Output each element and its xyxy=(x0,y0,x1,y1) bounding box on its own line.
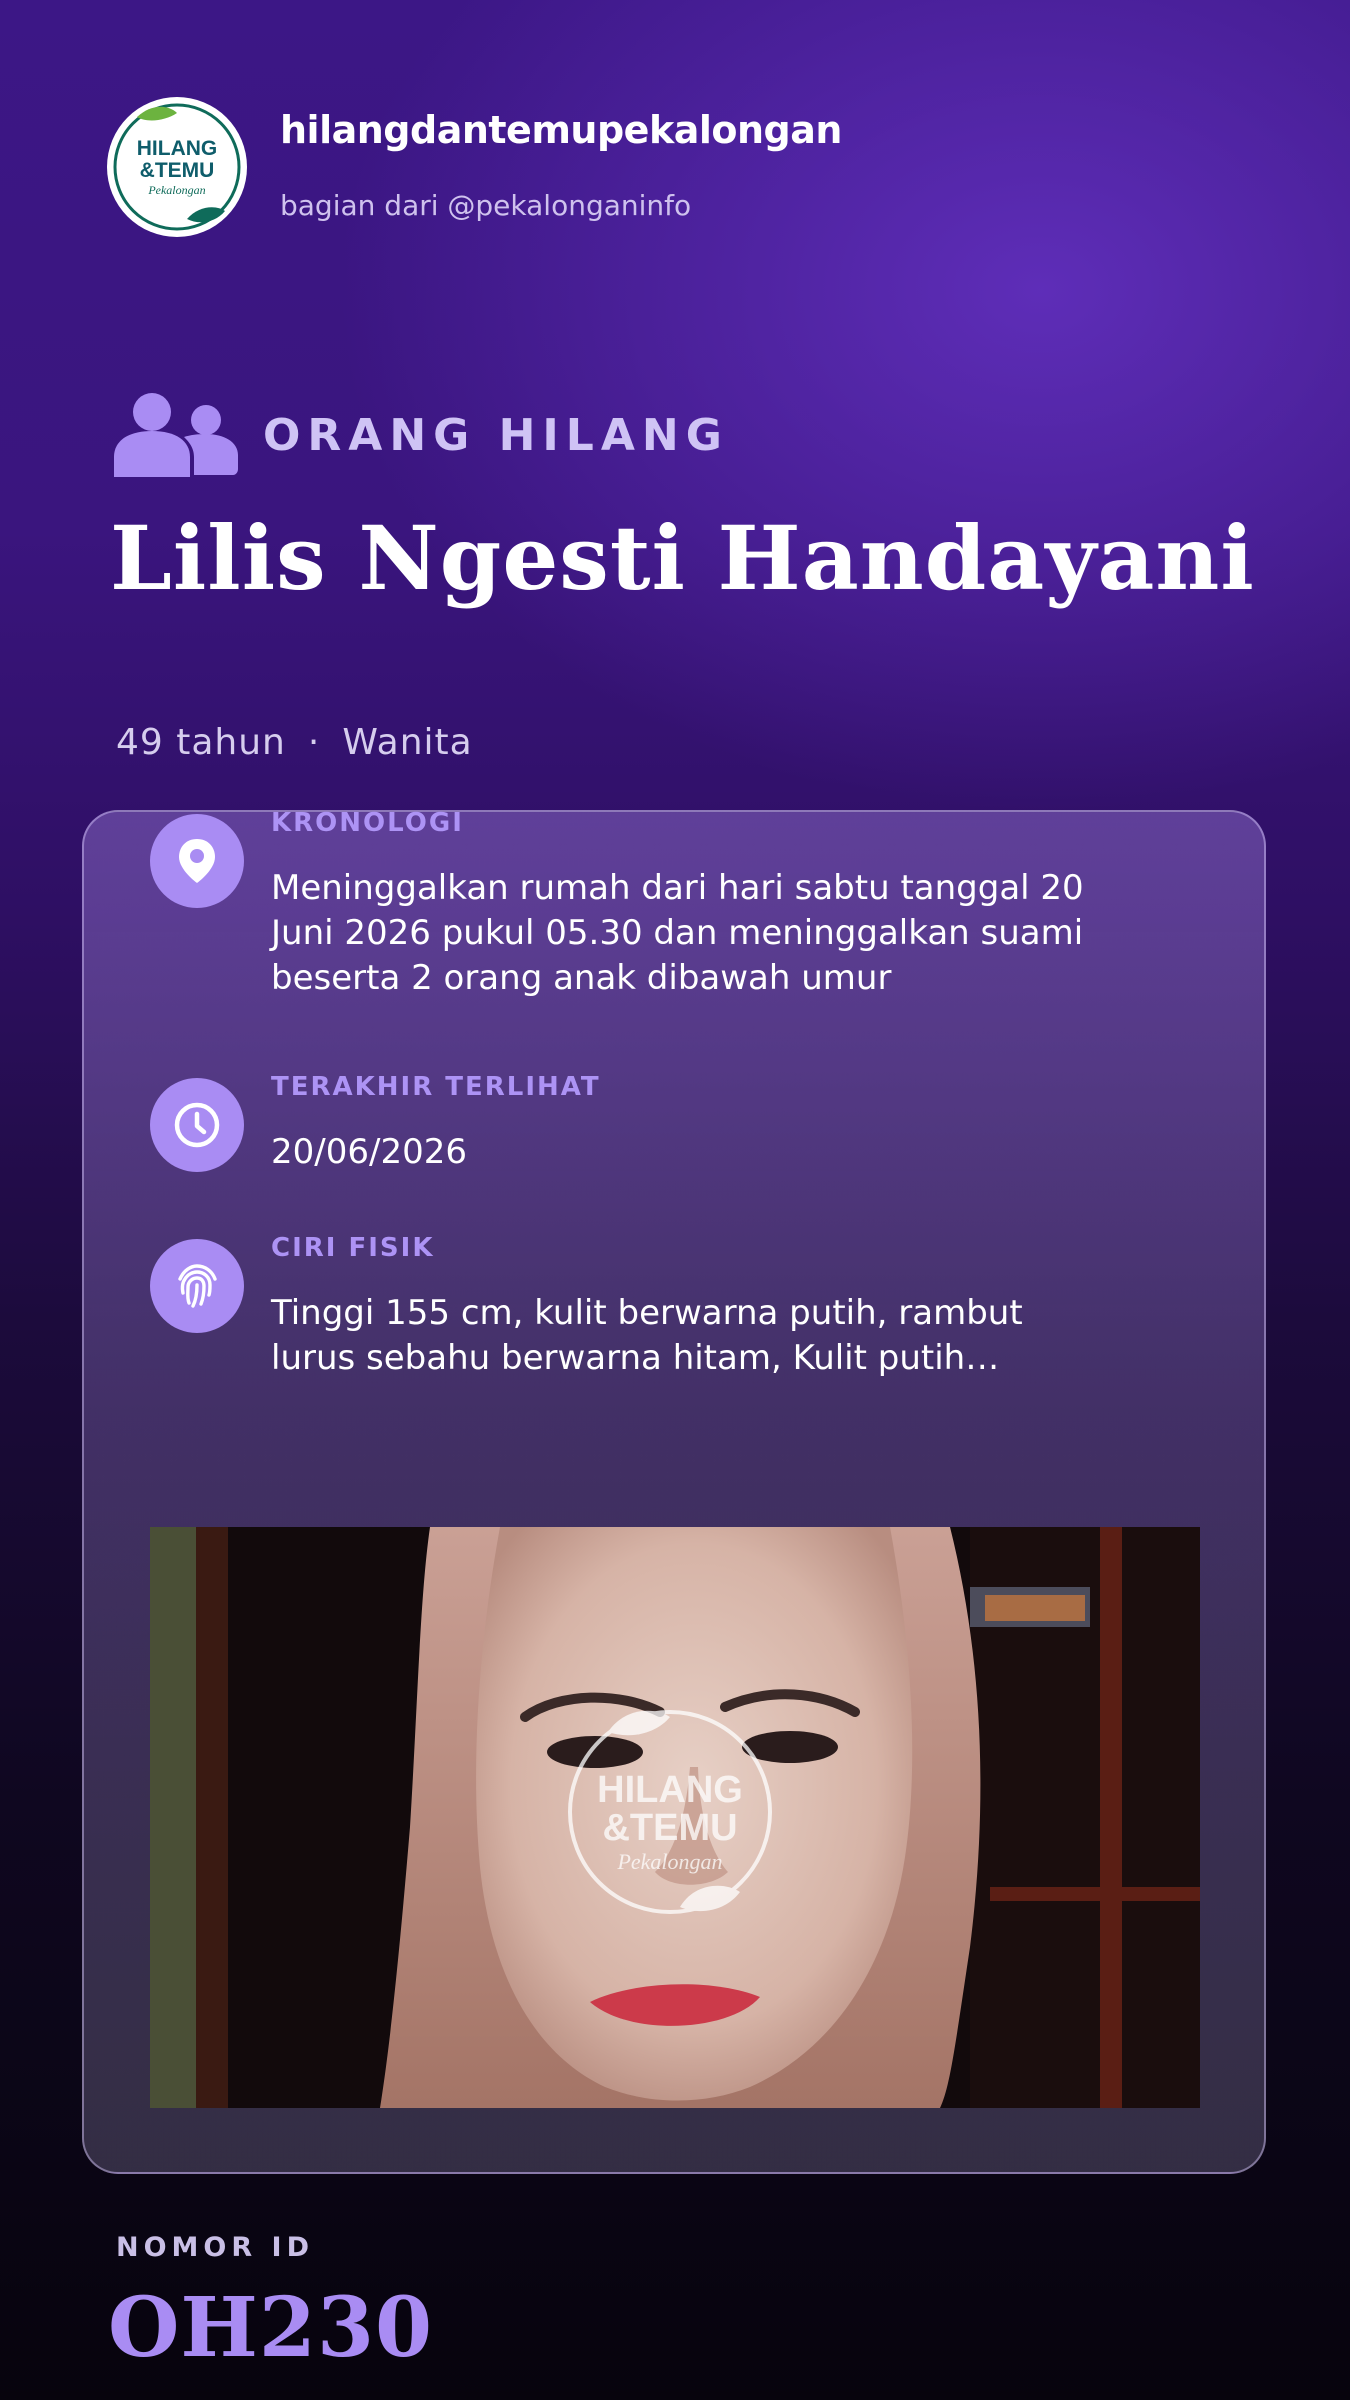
brand-logo-graphic: HILANG &TEMU Pekalongan xyxy=(113,103,241,231)
detail-row-kronologi: KRONOLOGI Meninggalkan rumah dari hari s… xyxy=(150,748,1111,1001)
fingerprint-icon xyxy=(150,1239,244,1333)
category-heading: ORANG HILANG xyxy=(114,392,729,478)
person-name: Lilis Ngesti Handayani xyxy=(110,506,1255,610)
detail-row-ciri-fisik: CIRI FISIK Tinggi 155 cm, kulit berwarna… xyxy=(150,1173,1111,1381)
svg-text:&TEMU: &TEMU xyxy=(602,1807,737,1849)
person-photo[interactable]: HILANG &TEMU Pekalongan xyxy=(150,1527,1200,2108)
detail-value: Meninggalkan rumah dari hari sabtu tangg… xyxy=(271,868,1084,998)
details-card: KRONOLOGI Meninggalkan rumah dari hari s… xyxy=(82,808,1266,2174)
account-subtitle: bagian dari @pekalonganinfo xyxy=(280,189,692,222)
category-label: ORANG HILANG xyxy=(263,409,729,461)
detail-value: Tinggi 155 cm, kulit berwarna putih, ram… xyxy=(271,1293,1023,1378)
svg-text:&TEMU: &TEMU xyxy=(140,159,215,182)
users-icon xyxy=(114,393,238,477)
detail-row-terakhir-terlihat: TERAKHIR TERLIHAT 20/06/2026 xyxy=(150,1012,1111,1175)
id-value: OH230 xyxy=(108,2280,434,2376)
detail-label: KRONOLOGI xyxy=(271,808,464,838)
brand-logo[interactable]: HILANG &TEMU Pekalongan xyxy=(107,97,247,237)
clock-icon xyxy=(150,1078,244,1172)
account-name[interactable]: hilangdantemupekalongan xyxy=(280,111,842,149)
svg-text:Pekalongan: Pekalongan xyxy=(147,183,205,197)
detail-label: TERAKHIR TERLIHAT xyxy=(271,1072,601,1102)
svg-text:HILANG: HILANG xyxy=(137,137,218,160)
svg-text:HILANG: HILANG xyxy=(597,1769,743,1811)
detail-value: 20/06/2026 xyxy=(271,1132,467,1172)
svg-text:Pekalongan: Pekalongan xyxy=(616,1849,722,1874)
account-header: HILANG &TEMU Pekalongan hilangdantemupek… xyxy=(107,97,842,237)
detail-label: CIRI FISIK xyxy=(271,1233,435,1263)
person-photo-graphic: HILANG &TEMU Pekalongan xyxy=(150,1527,1200,2108)
location-pin-icon xyxy=(150,814,244,908)
id-label: NOMOR ID xyxy=(116,2232,315,2263)
